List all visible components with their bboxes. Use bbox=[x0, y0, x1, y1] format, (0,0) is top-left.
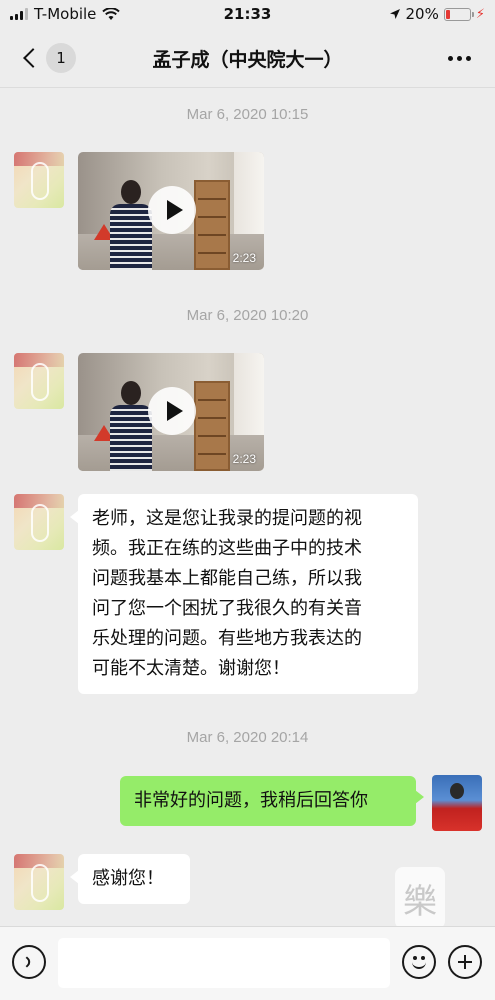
watermark-logo: 樂 bbox=[395, 867, 445, 929]
message-line: 非常好的问题，我稍后回答你 bbox=[134, 790, 368, 811]
timestamp: Mar 6, 2020 10:15 bbox=[186, 106, 309, 123]
timestamp: Mar 6, 2020 10:20 bbox=[186, 307, 309, 324]
self-avatar[interactable] bbox=[432, 775, 482, 831]
message-line: 问题我基本上都能自己练，所以我 bbox=[92, 568, 362, 589]
video-message[interactable]: 2:23 bbox=[78, 353, 264, 471]
message-line: 感谢您！ bbox=[92, 868, 164, 889]
play-icon[interactable] bbox=[148, 186, 196, 234]
outgoing-message[interactable]: 非常好的问题，我稍后回答你 bbox=[120, 776, 424, 826]
video-message[interactable]: 2:23 bbox=[78, 152, 264, 270]
incoming-message[interactable]: 老师，这是您让我录的提问题的视 频。我正在练的这些曲子中的技术 问题我基本上都能… bbox=[70, 494, 418, 694]
video-duration: 2:23 bbox=[232, 251, 256, 265]
message-line: 频。我正在练的这些曲子中的技术 bbox=[92, 538, 362, 559]
play-icon[interactable] bbox=[148, 387, 196, 435]
plus-icon[interactable] bbox=[448, 945, 482, 979]
message-line: 可能不太清楚。谢谢您！ bbox=[92, 658, 290, 679]
voice-icon[interactable] bbox=[12, 945, 46, 979]
chat-header: 1 孟子成（中央院大一） bbox=[0, 30, 495, 88]
more-dot bbox=[457, 56, 462, 61]
timestamp: Mar 6, 2020 20:14 bbox=[186, 729, 309, 746]
contact-avatar[interactable] bbox=[14, 854, 64, 910]
more-options-button[interactable] bbox=[448, 56, 471, 61]
emoji-icon[interactable] bbox=[402, 945, 436, 979]
contact-avatar[interactable] bbox=[14, 494, 64, 550]
battery-icon bbox=[443, 7, 474, 21]
contact-avatar[interactable] bbox=[14, 353, 64, 409]
message-line: 老师，这是您让我录的提问题的视 bbox=[92, 508, 362, 529]
location-icon bbox=[389, 9, 400, 19]
input-bar bbox=[0, 926, 495, 1000]
charging-icon: ⚡ bbox=[475, 6, 485, 22]
message-line: 乐处理的问题。有些地方我表达的 bbox=[92, 628, 362, 649]
more-dot bbox=[466, 56, 471, 61]
contact-avatar[interactable] bbox=[14, 152, 64, 208]
message-input[interactable] bbox=[58, 938, 390, 988]
status-bar: T-Mobile 21:33 20% ⚡ bbox=[0, 0, 495, 30]
message-line: 问了您一个困扰了我很久的有关音 bbox=[92, 598, 362, 619]
battery-fill bbox=[445, 9, 450, 19]
incoming-message[interactable]: 感谢您！ bbox=[70, 854, 190, 904]
chat-title: 孟子成（中央院大一） bbox=[152, 49, 343, 71]
video-duration: 2:23 bbox=[232, 452, 256, 466]
more-dot bbox=[448, 56, 453, 61]
battery-percent: 20% bbox=[405, 5, 439, 23]
status-right: 20% ⚡ bbox=[389, 5, 485, 23]
